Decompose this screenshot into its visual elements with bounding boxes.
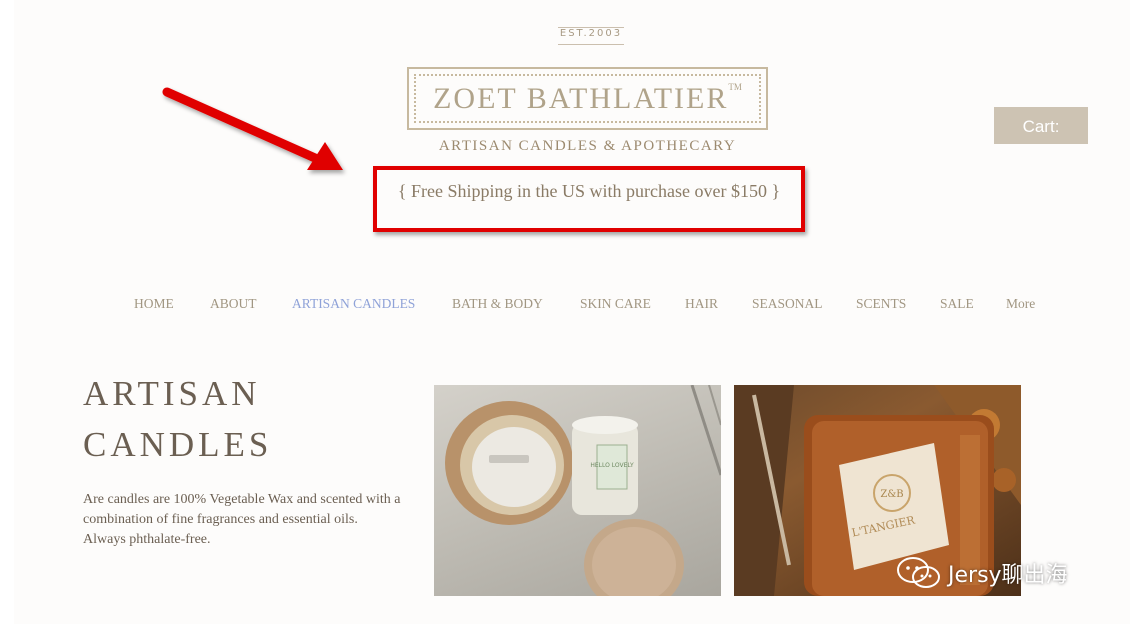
brand-logo[interactable]: ZOET BATHLATIERTM [407,67,768,130]
nav-item-skin-care[interactable]: SKIN CARE [580,296,651,312]
watermark-text: Jersy聊出海 [948,563,1068,588]
page-title-line2: CANDLES [83,425,273,464]
annotation-arrow-icon [162,87,343,170]
product-image-candle-white[interactable]: HELLO LOVELY [434,385,721,596]
nav-item-scents[interactable]: SCENTS [856,296,906,312]
nav-item-artisan-candles[interactable]: ARTISAN CANDLES [292,296,415,312]
cart-button[interactable]: Cart: [994,107,1088,144]
established-label: EST.2003 [559,28,623,39]
nav-item-hair[interactable]: HAIR [685,296,718,312]
brand-name: ZOET BATHLATIERTM [433,82,742,115]
page: EST.2003 ZOET BATHLATIERTM ARTISAN CANDL… [0,0,1144,624]
nav-item-home[interactable]: HOME [134,296,174,312]
candle-label-text: HELLO LOVELY [590,462,634,469]
est-divider-bottom [558,44,624,45]
nav-item-bath-body[interactable]: BATH & BODY [452,296,543,312]
nav-item-about[interactable]: ABOUT [210,296,257,312]
section-description: Are candles are 100% Vegetable Wax and s… [83,492,401,547]
main-nav: HOME ABOUT ARTISAN CANDLES BATH & BODY S… [0,296,1144,316]
brand-tagline: ARTISAN CANDLES & APOTHECARY [438,138,737,154]
page-title-line1: ARTISAN [83,374,261,413]
trademark-mark: TM [728,82,742,92]
nav-item-more[interactable]: More [1006,296,1035,312]
candle-photo-illustration: HELLO LOVELY [445,385,721,596]
wechat-icon [897,557,940,588]
nav-item-sale[interactable]: SALE [940,296,974,312]
page-title: ARTISAN CANDLES [83,368,272,470]
watermark: Jersy聊出海 [896,556,1068,590]
free-shipping-banner: { Free Shipping in the US with purchase … [397,181,781,201]
nav-item-seasonal[interactable]: SEASONAL [752,296,823,312]
label-logo-text: Z&B [880,489,903,500]
